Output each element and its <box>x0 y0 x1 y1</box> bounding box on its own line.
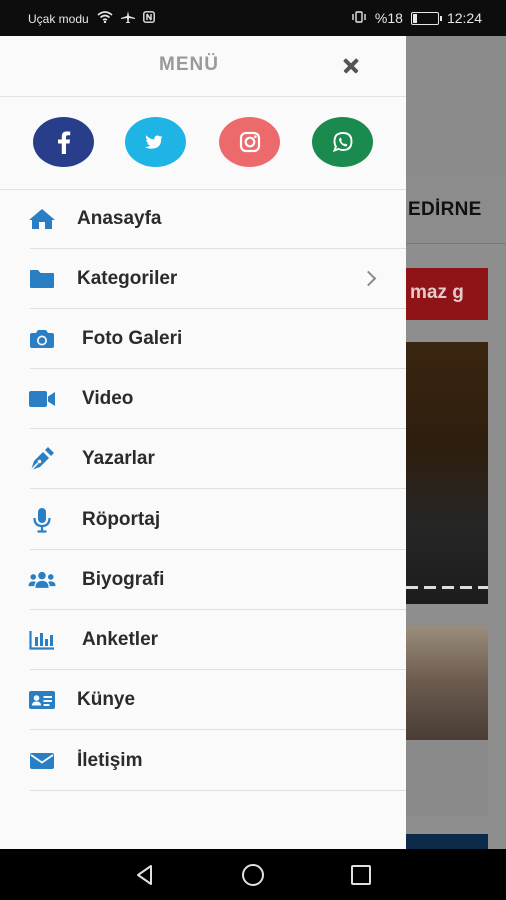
navigation-drawer: MENÜ Anasayfa Kategoriler Foto Galeri Vi… <box>0 36 406 849</box>
folder-icon <box>28 265 56 293</box>
microphone-icon <box>28 506 56 534</box>
menu-item-iletisim[interactable]: İletişim <box>0 731 406 791</box>
id-card-icon <box>28 686 56 714</box>
airplane-icon <box>120 11 135 26</box>
background-footer-strip <box>406 834 488 849</box>
menu-item-kunye[interactable]: Künye <box>0 670 406 730</box>
home-circle-icon <box>242 864 264 886</box>
vibrate-icon <box>351 10 367 26</box>
poll-chart-icon <box>28 626 56 654</box>
menu-item-foto-galeri[interactable]: Foto Galeri <box>0 309 406 369</box>
close-icon[interactable] <box>337 52 365 80</box>
airplane-mode-label: Uçak modu <box>28 11 89 26</box>
menu-item-biyografi[interactable]: Biyografi <box>0 550 406 610</box>
facebook-button[interactable] <box>33 117 94 167</box>
background-news-photo-2 <box>406 626 488 740</box>
menu-item-video[interactable]: Video <box>0 369 406 429</box>
menu-item-label: Yazarlar <box>82 448 155 469</box>
whatsapp-button[interactable] <box>312 117 373 167</box>
menu-item-anketler[interactable]: Anketler <box>0 610 406 670</box>
background-ad-banner: maz g <box>406 268 488 320</box>
battery-icon <box>410 11 442 25</box>
instagram-icon <box>239 131 260 153</box>
social-buttons <box>0 98 406 190</box>
menu-item-label: Biyografi <box>82 569 165 590</box>
recents-square-icon <box>351 865 371 885</box>
status-bar: Uçak modu %18 12:24 <box>0 0 506 36</box>
twitter-icon <box>144 135 162 149</box>
background-slider-dots <box>406 586 488 589</box>
menu-item-yazarlar[interactable]: Yazarlar <box>0 429 406 489</box>
background-news-photo <box>406 342 488 604</box>
battery-percent: %18 <box>374 10 403 26</box>
video-icon <box>28 385 56 413</box>
menu-item-label: Foto Galeri <box>82 328 183 349</box>
twitter-button[interactable] <box>125 117 186 167</box>
drawer-title: MENÜ <box>159 54 219 75</box>
menu-item-label: Anketler <box>82 629 159 650</box>
drawer-header: MENÜ <box>0 36 406 97</box>
pen-icon <box>28 445 56 473</box>
home-button[interactable] <box>241 863 265 887</box>
background-news-card <box>406 740 488 816</box>
menu-item-label: Anasayfa <box>77 208 162 229</box>
system-navigation-bar <box>0 849 506 900</box>
back-icon <box>137 865 152 885</box>
users-icon <box>28 566 56 594</box>
facebook-icon <box>57 131 70 154</box>
clock: 12:24 <box>446 10 482 26</box>
menu-item-kategoriler[interactable]: Kategoriler <box>0 249 406 309</box>
menu-item-label: Video <box>82 388 134 409</box>
camera-icon <box>28 325 56 353</box>
background-city-label: EDİRNE <box>408 199 482 220</box>
envelope-icon <box>28 747 56 775</box>
menu-item-label: Kategoriler <box>77 268 178 289</box>
home-icon <box>28 205 56 233</box>
whatsapp-icon <box>332 132 352 153</box>
back-button[interactable] <box>133 863 157 887</box>
recents-button[interactable] <box>349 863 373 887</box>
menu-item-anasayfa[interactable]: Anasayfa <box>0 189 406 249</box>
menu-item-roportaj[interactable]: Röportaj <box>0 490 406 550</box>
nfc-icon <box>142 11 155 26</box>
chevron-right-icon <box>360 270 377 287</box>
menu-item-label: İletişim <box>77 750 143 771</box>
wifi-icon <box>97 11 113 26</box>
menu-item-label: Röportaj <box>82 509 161 530</box>
instagram-button[interactable] <box>219 117 280 167</box>
menu-item-label: Künye <box>77 689 136 710</box>
